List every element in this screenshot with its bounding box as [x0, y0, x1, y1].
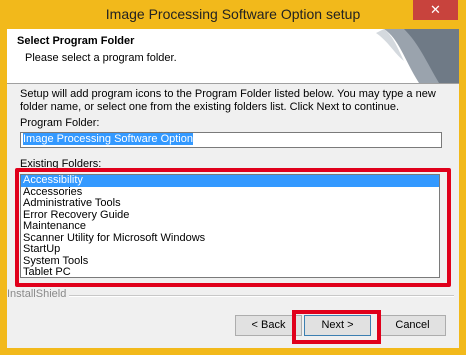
window-frame-bottom — [0, 348, 466, 355]
program-folder-label: Program Folder: — [20, 117, 100, 129]
dialog-header: Select Program Folder Please select a pr… — [7, 29, 459, 84]
list-item-administrative-tools[interactable]: Administrative Tools — [21, 197, 439, 210]
back-button[interactable]: < Back — [235, 315, 302, 336]
window-frame-left — [0, 29, 7, 355]
window-title: Image Processing Software Option setup — [105, 6, 361, 22]
existing-folders-list[interactable]: Accessibility Accessories Administrative… — [20, 174, 440, 278]
close-button[interactable]: ✕ — [413, 0, 458, 20]
installshield-brand: InstallShield — [7, 288, 70, 300]
header-title: Select Program Folder — [17, 35, 135, 47]
list-item-startup[interactable]: StartUp — [21, 243, 439, 256]
header-subtitle: Please select a program folder. — [25, 52, 177, 64]
window-frame-right — [459, 29, 466, 355]
list-item-scanner-utility[interactable]: Scanner Utility for Microsoft Windows — [21, 232, 439, 245]
program-folder-input[interactable]: Image Processing Software Option — [20, 132, 442, 148]
next-button[interactable]: Next > — [304, 315, 371, 336]
list-item-system-tools[interactable]: System Tools — [21, 255, 439, 268]
dialog-body: Select Program Folder Please select a pr… — [7, 29, 459, 348]
list-item-tablet-pc[interactable]: Tablet PC — [21, 266, 439, 279]
close-icon: ✕ — [430, 2, 441, 17]
program-folder-value: Image Processing Software Option — [23, 133, 193, 145]
installshield-divider — [67, 295, 454, 297]
list-item-maintenance[interactable]: Maintenance — [21, 220, 439, 233]
list-item-accessibility[interactable]: Accessibility — [21, 174, 439, 187]
instructions-text: Setup will add program icons to the Prog… — [20, 88, 436, 113]
page-curl-graphic — [376, 29, 459, 83]
title-bar[interactable]: Image Processing Software Option setup ✕ — [0, 0, 466, 29]
cancel-button[interactable]: Cancel — [379, 315, 446, 336]
existing-folders-label: Existing Folders: — [20, 158, 102, 170]
